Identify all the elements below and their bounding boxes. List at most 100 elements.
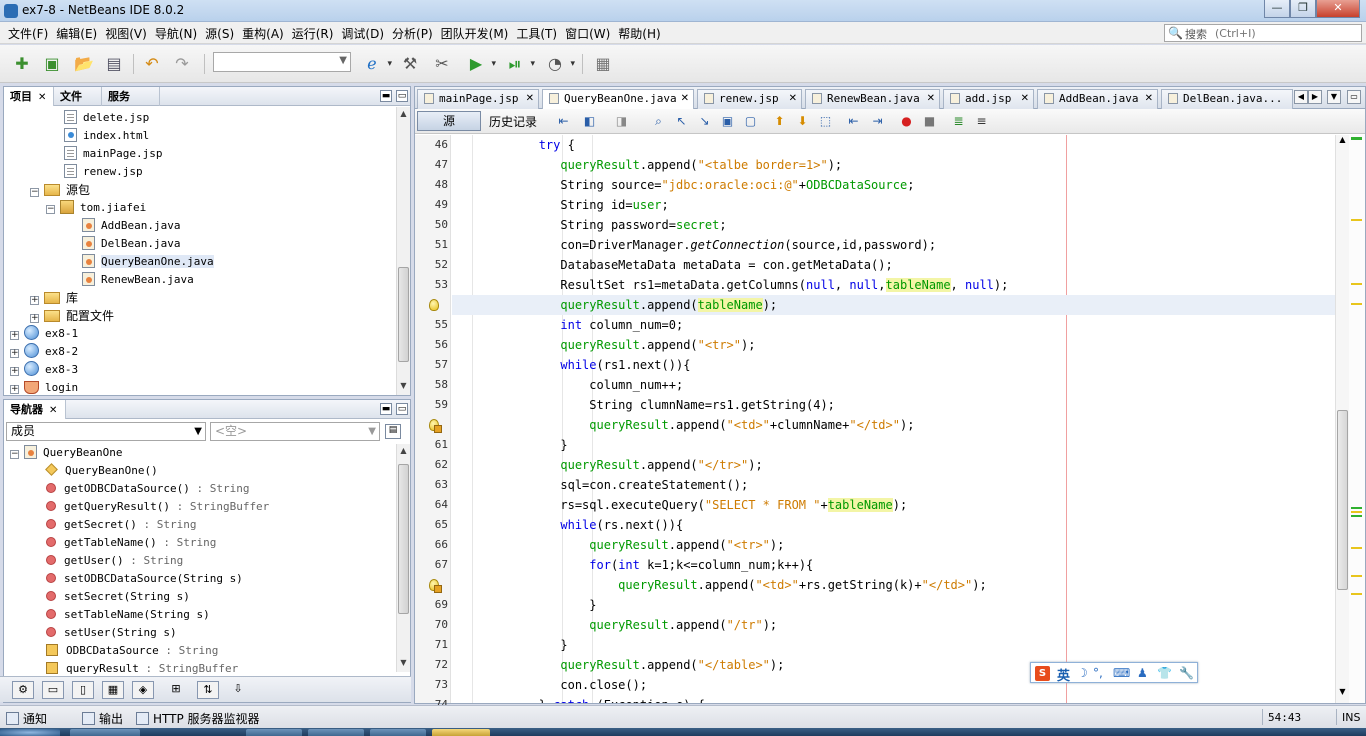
- maximize-button[interactable]: ❐: [1290, 0, 1316, 18]
- scroll-tabs-left-icon[interactable]: ◀: [1294, 90, 1308, 104]
- code-line[interactable]: queryResult.append("/tr");: [452, 615, 1335, 635]
- collapse-icon[interactable]: −: [10, 450, 19, 459]
- find-icon[interactable]: ⌕: [650, 113, 667, 130]
- close-tab-icon[interactable]: ✕: [526, 90, 534, 108]
- ime-toolbar[interactable]: S 英 ☽ °, ⌨ ♟ 👕 🔧: [1030, 662, 1198, 684]
- back-icon[interactable]: ◧: [581, 113, 598, 130]
- tools-wrench-icon[interactable]: 🔧: [1179, 666, 1194, 680]
- menu-item[interactable]: 分析(P): [388, 25, 437, 42]
- search-input[interactable]: [1215, 26, 1355, 40]
- navigator-scrollbar[interactable]: ▲ ▼: [396, 444, 410, 672]
- shift-left-icon[interactable]: ⇤: [845, 113, 862, 130]
- new-project-icon[interactable]: ▣: [40, 52, 64, 76]
- hint-bulb-icon[interactable]: [429, 299, 439, 311]
- collapse-icon[interactable]: −: [30, 188, 39, 197]
- browser-icon[interactable]: ℯ: [360, 52, 392, 76]
- menu-item[interactable]: 重构(A): [238, 25, 288, 42]
- code-line[interactable]: for(int k=1;k<=column_num;k++){: [452, 555, 1335, 575]
- code-line[interactable]: queryResult.append("<tr>");: [452, 535, 1335, 555]
- code-line[interactable]: while(rs1.next()){: [452, 355, 1335, 375]
- stop-macro-icon[interactable]: ■: [921, 113, 938, 130]
- sort-by-name-icon[interactable]: ⇅: [197, 681, 219, 699]
- taskbar-app[interactable]: [308, 729, 364, 736]
- save-all-icon[interactable]: ▤: [102, 52, 126, 76]
- tree-node[interactable]: mainPage.jsp: [64, 145, 162, 163]
- debug-icon[interactable]: ⏯: [503, 52, 535, 76]
- navigator-member[interactable]: getQueryResult() : StringBuffer: [46, 498, 269, 516]
- skin-shirt-icon[interactable]: 👕: [1157, 666, 1172, 680]
- navigator-member[interactable]: setSecret(String s): [46, 588, 190, 606]
- navigator-member[interactable]: setODBCDataSource(String s): [46, 570, 243, 588]
- notifications-button[interactable]: 通知: [6, 710, 47, 727]
- tree-node[interactable]: − 源包: [30, 181, 90, 199]
- code-line[interactable]: String source="jdbc:oracle:oci:@"+ODBCDa…: [452, 175, 1335, 195]
- code-line[interactable]: String clumnName=rs1.getString(4);: [452, 395, 1335, 415]
- fields-filter-icon[interactable]: ▭: [42, 681, 64, 699]
- navigator-member[interactable]: getODBCDataSource() : String: [46, 480, 249, 498]
- start-button[interactable]: [0, 729, 60, 736]
- code-line[interactable]: try {: [452, 135, 1335, 155]
- punctuation-icon[interactable]: °,: [1093, 666, 1103, 680]
- user-icon[interactable]: ♟: [1137, 666, 1148, 680]
- editor-tab[interactable]: DelBean.java...: [1161, 89, 1293, 109]
- taskbar-app[interactable]: [70, 729, 140, 736]
- code-line[interactable]: }: [452, 635, 1335, 655]
- non-public-filter-icon[interactable]: ▦: [102, 681, 124, 699]
- code-line[interactable]: ResultSet rs1=metaData.getColumns(null, …: [452, 275, 1335, 295]
- next-bookmark-icon[interactable]: ⬇: [794, 113, 811, 130]
- code-line[interactable]: String id=user;: [452, 195, 1335, 215]
- editor-tab[interactable]: mainPage.jsp ✕: [417, 89, 539, 109]
- tree-node[interactable]: + ex8-2: [10, 343, 78, 361]
- start-macro-icon[interactable]: ●: [898, 113, 915, 130]
- tab-list-icon[interactable]: ▼: [1327, 90, 1341, 104]
- undo-icon[interactable]: ↶: [140, 52, 164, 76]
- toggle-selection-icon[interactable]: ▢: [742, 113, 759, 130]
- http-monitor-button[interactable]: HTTP 服务器监视器: [136, 710, 260, 727]
- menu-item[interactable]: 文件(F): [4, 25, 52, 42]
- code-line[interactable]: queryResult.append(tableName);: [452, 295, 1335, 315]
- collapse-icon[interactable]: −: [46, 205, 55, 214]
- tree-node[interactable]: + 配置文件: [30, 307, 114, 325]
- redo-icon[interactable]: ↷: [170, 52, 194, 76]
- tree-node[interactable]: delete.jsp: [64, 109, 149, 127]
- toggle-bookmark-icon[interactable]: ⬚: [817, 113, 834, 130]
- type-filter-select[interactable]: <空> ▼: [210, 422, 380, 441]
- expand-icon[interactable]: +: [30, 314, 39, 323]
- keyboard-icon[interactable]: ⌨: [1113, 666, 1130, 680]
- run-icon[interactable]: ▶: [464, 52, 496, 76]
- code-line[interactable]: }: [452, 435, 1335, 455]
- code-line[interactable]: queryResult.append("<tr>");: [452, 335, 1335, 355]
- error-stripe[interactable]: [1349, 135, 1365, 703]
- close-tab-icon[interactable]: ✕: [1145, 90, 1153, 108]
- code-line[interactable]: DatabaseMetaData metaData = con.getMetaD…: [452, 255, 1335, 275]
- navigator-root-class[interactable]: − QueryBeanOne: [10, 444, 122, 462]
- minimize-panel-icon[interactable]: ▬: [380, 90, 392, 102]
- code-line[interactable]: String password=secret;: [452, 215, 1335, 235]
- maximize-panel-icon[interactable]: ▭: [396, 90, 408, 102]
- code-line[interactable]: while(rs.next()){: [452, 515, 1335, 535]
- minimize-button[interactable]: —: [1264, 0, 1290, 18]
- taskbar-app[interactable]: [246, 729, 302, 736]
- tree-node[interactable]: RenewBean.java: [82, 271, 194, 289]
- navigator-member[interactable]: getUser() : String: [46, 552, 183, 570]
- sort-by-source-icon[interactable]: ⇩: [227, 681, 249, 699]
- code-line[interactable]: rs=sql.executeQuery("SELECT * FROM "+tab…: [452, 495, 1335, 515]
- navigator-member[interactable]: QueryBeanOne(): [45, 462, 158, 480]
- expand-icon[interactable]: +: [10, 367, 19, 376]
- open-project-icon[interactable]: 📂: [72, 52, 96, 76]
- tree-node[interactable]: + ex8-3: [10, 361, 78, 379]
- prev-bookmark-icon[interactable]: ⬆: [771, 113, 788, 130]
- tree-node[interactable]: − tom.jiafei: [46, 199, 146, 217]
- code-line[interactable]: queryResult.append("<td>"+clumnName+"</t…: [452, 415, 1335, 435]
- fqn-icon[interactable]: ⊞: [165, 681, 187, 699]
- inner-classes-icon[interactable]: ◈: [132, 681, 154, 699]
- menu-item[interactable]: 视图(V): [101, 25, 151, 42]
- menu-item[interactable]: 源(S): [201, 25, 238, 42]
- editor-tab[interactable]: QueryBeanOne.java ✕: [542, 89, 694, 110]
- new-file-icon[interactable]: ✚: [10, 52, 34, 76]
- profile-icon[interactable]: ◔: [543, 52, 575, 76]
- editor-scrollbar[interactable]: ▲ ▼: [1335, 135, 1349, 703]
- tree-node[interactable]: + login: [10, 379, 78, 397]
- source-view-button[interactable]: 源: [417, 111, 481, 131]
- taskbar-app[interactable]: [370, 729, 426, 736]
